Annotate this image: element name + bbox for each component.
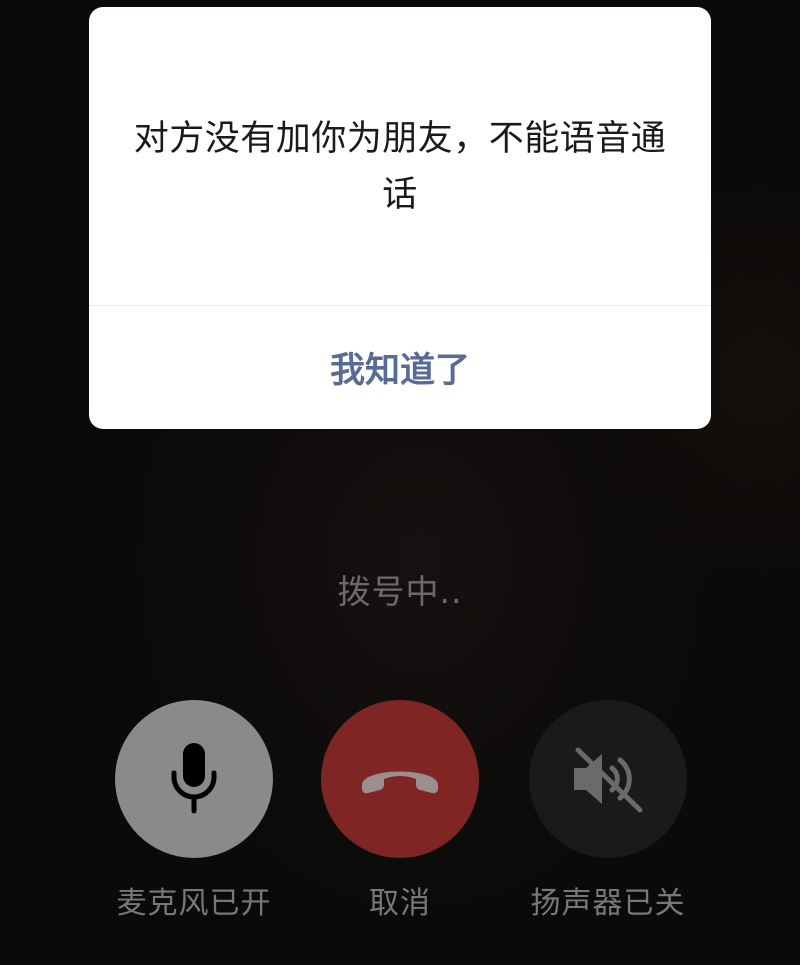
mic-toggle-button[interactable] [115, 700, 273, 858]
cancel-label: 取消 [369, 886, 431, 921]
speaker-label: 扬声器已关 [530, 886, 686, 921]
speaker-toggle-button[interactable] [529, 700, 687, 858]
call-status: 拨号中.. [337, 572, 463, 611]
cancel-control: 取消 [320, 700, 480, 922]
alert-dialog: 对方没有加你为朋友，不能语音通话 我知道了 [89, 7, 711, 429]
speaker-muted-icon [574, 747, 643, 813]
hangup-button[interactable] [321, 700, 479, 858]
mic-label: 麦克风已开 [116, 886, 272, 921]
voice-call-screen: 对方没有加你为朋友，不能语音通话 我知道了 拨号中.. 麦克风已开 取消 扬声器… [0, 0, 800, 965]
mic-control: 麦克风已开 [114, 700, 274, 922]
speaker-control: 扬声器已关 [528, 700, 688, 922]
phone-hangup-icon [362, 771, 438, 794]
dialog-message: 对方没有加你为朋友，不能语音通话 [133, 119, 667, 215]
microphone-icon [171, 743, 217, 814]
dialog-confirm-button[interactable]: 我知道了 [89, 306, 711, 429]
